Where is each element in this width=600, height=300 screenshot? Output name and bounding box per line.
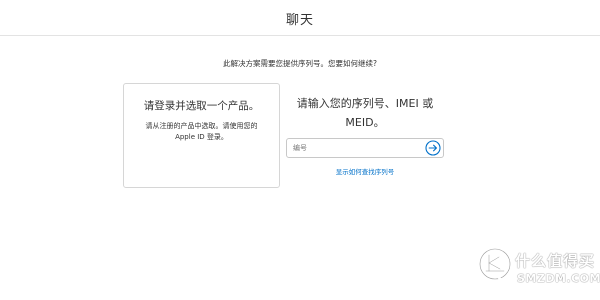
support-chat-page: 聊天 此解决方案需要您提供序列号。您要如何继续? 请登录并选取一个产品。 请从注… (0, 0, 600, 300)
sign-in-card-title: 请登录并选取一个产品。 (143, 100, 260, 112)
smzdm-watermark: 什么值得买 SMZDM.COM (477, 246, 600, 294)
serial-entry-heading: 请输入您的序列号、IMEI 或 MEID。 (296, 97, 434, 129)
watermark-text-en: SMZDM.COM (517, 272, 600, 285)
serial-required-prompt: 此解决方案需要您提供序列号。您要如何继续? (223, 59, 377, 68)
sign-in-card-description: 请从注册的产品中选取。请使用您的 Apple ID 登录。 (145, 122, 258, 141)
submit-serial-button[interactable] (425, 140, 441, 156)
watermark-text-cn: 什么值得买 (515, 252, 596, 270)
serial-number-form (286, 138, 444, 158)
header: 聊天 (0, 0, 600, 36)
smzdm-logo-icon (478, 247, 512, 286)
sign-in-card[interactable]: 请登录并选取一个产品。 请从注册的产品中选取。请使用您的 Apple ID 登录… (123, 83, 280, 188)
find-serial-number-link[interactable]: 显示如何查找序列号 (286, 166, 444, 176)
page-title: 聊天 (285, 13, 314, 28)
serial-entry-section: 请输入您的序列号、IMEI 或 MEID。 (286, 94, 444, 132)
serial-number-input[interactable] (287, 139, 423, 157)
arrow-right-circle-icon (425, 140, 441, 156)
